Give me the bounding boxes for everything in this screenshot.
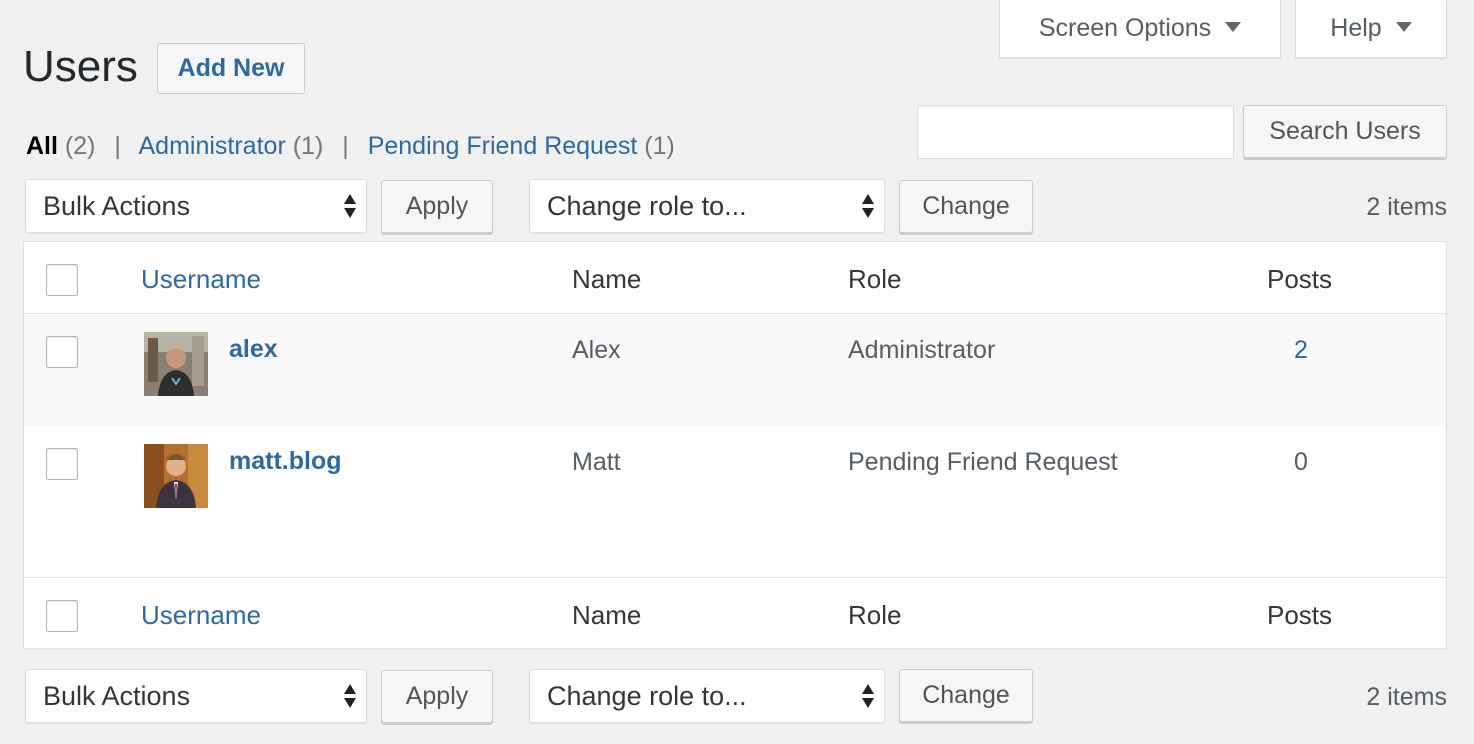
caret-down-icon xyxy=(1225,21,1242,32)
change-role-value: Change role to... xyxy=(547,680,747,711)
select-arrows-icon xyxy=(344,683,356,709)
column-footer-posts: Posts xyxy=(1267,600,1333,630)
add-new-button[interactable]: Add New xyxy=(157,43,305,94)
user-role-filters: All (2) | Administrator (1) | Pending Fr… xyxy=(26,132,675,161)
users-table: Username Name Role Posts alex Alex Admin… xyxy=(23,241,1447,649)
posts-count: 0 xyxy=(1294,448,1308,476)
bulk-actions-value: Bulk Actions xyxy=(43,190,191,221)
username-link[interactable]: alex xyxy=(229,335,278,364)
caret-down-icon xyxy=(1395,21,1412,32)
avatar-image xyxy=(144,444,208,508)
row-checkbox[interactable] xyxy=(46,448,78,480)
role-cell: Pending Friend Request xyxy=(848,448,1118,476)
select-arrows-icon xyxy=(862,683,874,709)
bulk-actions-value: Bulk Actions xyxy=(43,680,191,711)
change-role-value: Change role to... xyxy=(547,190,747,221)
filter-all-count: (2) xyxy=(64,132,96,160)
filter-pending-count: (1) xyxy=(644,132,675,160)
search-users-input[interactable] xyxy=(917,105,1234,159)
username-link[interactable]: matt.blog xyxy=(229,447,342,476)
help-label: Help xyxy=(1330,14,1382,42)
table-row xyxy=(24,314,1446,426)
screen-options-button[interactable]: Screen Options xyxy=(999,0,1281,58)
bulk-actions-select-bottom[interactable]: Bulk Actions xyxy=(25,669,367,723)
change-button-top[interactable]: Change xyxy=(899,180,1033,233)
screen-options-label: Screen Options xyxy=(1038,14,1212,42)
filter-separator: | xyxy=(342,132,349,160)
page-title: Users xyxy=(23,42,138,91)
select-arrows-icon xyxy=(862,193,874,219)
column-header-role: Role xyxy=(848,264,902,294)
avatar[interactable] xyxy=(144,332,208,396)
divider xyxy=(24,577,1446,578)
filter-separator: | xyxy=(114,132,121,160)
items-count-top: 2 items xyxy=(1366,193,1447,221)
help-button[interactable]: Help xyxy=(1295,0,1447,58)
column-header-username[interactable]: Username xyxy=(141,264,261,295)
filter-administrator[interactable]: Administrator xyxy=(139,132,286,160)
column-footer-username[interactable]: Username xyxy=(141,600,261,631)
change-button-bottom[interactable]: Change xyxy=(899,669,1033,722)
select-arrows-icon xyxy=(344,193,356,219)
role-cell: Administrator xyxy=(848,336,996,364)
search-users-button[interactable]: Search Users xyxy=(1243,105,1447,158)
avatar[interactable] xyxy=(144,444,208,508)
select-all-checkbox-footer[interactable] xyxy=(46,600,78,632)
name-cell: Alex xyxy=(572,336,621,364)
change-role-select-top[interactable]: Change role to... xyxy=(529,179,885,233)
change-role-select-bottom[interactable]: Change role to... xyxy=(529,669,885,723)
items-count-bottom: 2 items xyxy=(1366,683,1447,711)
apply-button-bottom[interactable]: Apply xyxy=(381,670,493,723)
column-footer-role: Role xyxy=(848,600,902,630)
bulk-actions-select-top[interactable]: Bulk Actions xyxy=(25,179,367,233)
select-all-checkbox[interactable] xyxy=(46,264,78,296)
column-footer-name: Name xyxy=(572,600,642,630)
apply-button-top[interactable]: Apply xyxy=(381,180,493,233)
name-cell: Matt xyxy=(572,448,621,476)
filter-all[interactable]: All xyxy=(26,132,58,160)
posts-count-link[interactable]: 2 xyxy=(1294,336,1308,365)
filter-administrator-count: (1) xyxy=(292,132,324,160)
row-checkbox[interactable] xyxy=(46,336,78,368)
filter-pending-friend-request[interactable]: Pending Friend Request xyxy=(368,132,638,160)
column-header-posts: Posts xyxy=(1267,264,1333,294)
avatar-image xyxy=(144,332,208,396)
column-header-name: Name xyxy=(572,264,642,294)
